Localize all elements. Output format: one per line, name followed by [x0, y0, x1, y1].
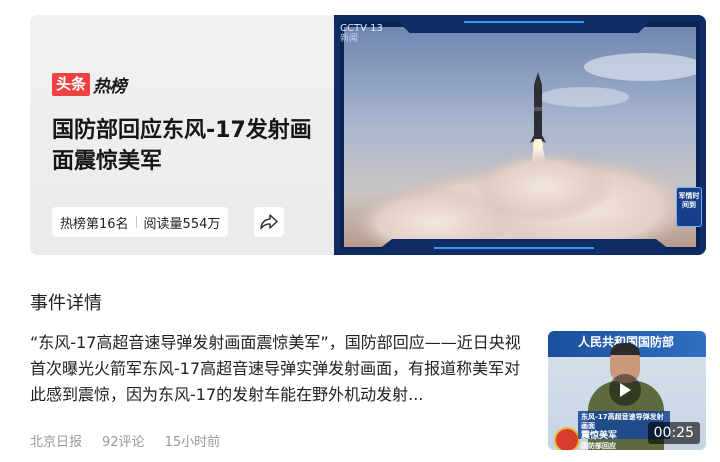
broadcast-frame-top [394, 17, 654, 33]
channel-logo: CCTV 13 新闻 [340, 23, 383, 45]
hot-topic-card[interactable]: 头条 热榜 国防部回应东风-17发射画面震惊美军 热榜第16名 阅读量554万 [30, 15, 706, 255]
frame-accent-line [464, 21, 584, 23]
share-button[interactable] [254, 207, 284, 237]
play-icon [620, 383, 631, 397]
hot-list-word: 热榜 [93, 77, 127, 97]
hot-topic-info: 头条 热榜 国防部回应东风-17发射画面震惊美军 热榜第16名 阅读量554万 [30, 15, 334, 255]
broadcast-frame [334, 15, 706, 255]
program-badge: 军情时间到 [676, 187, 702, 227]
toutiao-logo-badge: 头条 [52, 73, 91, 96]
article-summary[interactable]: “东风-17高超音速导弹发射画面震惊美军”，国防部回应——近日央视首次曝光火箭军… [30, 330, 530, 408]
frame-accent-line [434, 247, 594, 249]
hot-topic-stats: 热榜第16名 阅读量554万 [52, 207, 229, 237]
stats-divider [135, 216, 137, 228]
toutiao-hot-brand: 头条 热榜 [52, 72, 127, 97]
spokesperson-hair [610, 343, 640, 355]
article-source[interactable]: 北京日报 [30, 431, 82, 450]
missile-launch-image[interactable]: CCTV 13 新闻 军情时间到 [334, 15, 706, 255]
video-duration: 00:25 [647, 422, 700, 444]
hot-topic-title[interactable]: 国防部回应东风-17发射画面震惊美军 [52, 115, 312, 177]
hot-rank-label: 热榜第16名 [60, 216, 129, 232]
channel-logo-text: CCTV 13 [340, 23, 383, 34]
broadcast-frame-bottom [374, 239, 674, 253]
share-arrow-icon [260, 214, 278, 230]
section-title: 事件详情 [30, 293, 102, 314]
video-thumbnail[interactable]: 人民共和国国防部 东风-17高超音速导弹发射画面 震惊美军 国防部回应 00:2… [548, 331, 706, 450]
publish-time: 15小时前 [164, 435, 221, 450]
channel-logo-sub: 新闻 [340, 34, 359, 44]
comment-count[interactable]: 92评论 [102, 431, 145, 450]
article-meta: 北京日报 92评论 15小时前 [30, 431, 240, 450]
national-emblem-icon [554, 427, 580, 450]
read-count-label: 阅读量554万 [143, 216, 221, 232]
play-button[interactable] [609, 374, 641, 406]
